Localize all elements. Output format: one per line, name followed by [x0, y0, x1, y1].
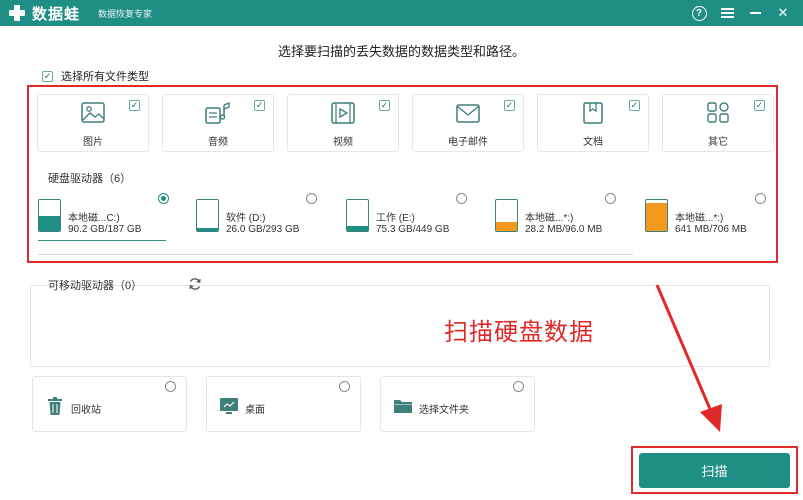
location-label: 回收站	[71, 405, 101, 416]
close-icon: ✕	[777, 5, 789, 20]
title-bar: 数据蛙 数据恢复专家 ? ✕	[0, 0, 803, 26]
location-radio[interactable]	[339, 381, 350, 392]
window-controls: ? ✕	[685, 0, 797, 26]
location-label: 选择文件夹	[419, 405, 469, 416]
minimize-icon	[749, 12, 761, 14]
location-label: 桌面	[245, 405, 265, 416]
folder-icon	[394, 400, 412, 413]
select-all-label: 选择所有文件类型	[61, 71, 149, 83]
select-all-file-types[interactable]: ✓ 选择所有文件类型	[42, 68, 149, 84]
refresh-icon[interactable]	[188, 277, 202, 291]
minimize-button[interactable]	[741, 0, 769, 26]
location-radio[interactable]	[513, 381, 524, 392]
removable-drives-panel	[30, 285, 770, 367]
location-select-folder[interactable]: 选择文件夹	[380, 376, 535, 432]
help-icon: ?	[691, 5, 707, 21]
annotation-text: 扫描硬盘数据	[444, 319, 594, 346]
location-desktop[interactable]: 桌面	[206, 376, 361, 432]
highlight-frame	[27, 85, 778, 263]
page-heading: 选择要扫描的丢失数据的数据类型和路径。	[277, 44, 525, 59]
location-radio[interactable]	[165, 381, 176, 392]
help-button[interactable]: ?	[685, 0, 713, 26]
select-all-checkbox[interactable]: ✓	[42, 70, 53, 82]
app-logo: 数据蛙 数据恢复专家	[8, 3, 152, 24]
desktop-icon	[220, 398, 238, 414]
menu-button[interactable]	[713, 0, 741, 26]
app-subtitle: 数据恢复专家	[98, 8, 153, 19]
app-name: 数据蛙	[32, 5, 81, 23]
location-recycle-bin[interactable]: 回收站	[32, 376, 187, 432]
recycle-bin-icon	[48, 397, 62, 415]
removable-drives-label: 可移动驱动器（0）	[48, 280, 143, 292]
scan-button[interactable]: 扫描	[639, 453, 790, 488]
logo-cross-icon	[8, 4, 26, 22]
close-button[interactable]: ✕	[769, 0, 797, 26]
menu-icon	[720, 8, 734, 18]
